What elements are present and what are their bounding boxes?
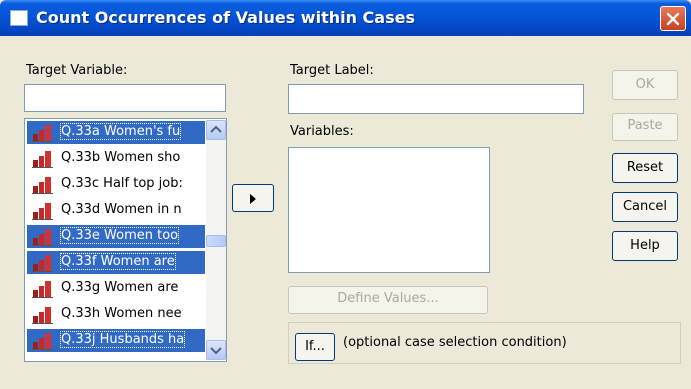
target-variable-label: Target Variable: <box>26 63 127 78</box>
help-button[interactable]: Help <box>612 231 678 261</box>
window-title: Count Occurrences of Values within Cases <box>36 8 415 27</box>
cancel-button[interactable]: Cancel <box>612 192 678 222</box>
source-variable-list[interactable]: Q.33a Women's fu Q.33b Women sho Q.33c Hal… <box>24 118 227 362</box>
list-item-label: Q.33a Women's fu <box>59 123 182 140</box>
list-item-label: Q.33j Husbands ha <box>59 331 186 348</box>
scroll-up-button[interactable] <box>206 120 226 140</box>
close-icon <box>666 12 680 26</box>
list-item-label: Q.33f Women are <box>60 253 176 270</box>
scale-variable-icon <box>32 151 53 168</box>
target-variable-input[interactable] <box>24 84 226 112</box>
scale-variable-icon <box>32 177 53 194</box>
list-item-label: Q.33b Women sho <box>61 150 181 165</box>
paste-button[interactable]: Paste <box>612 113 678 141</box>
list-item[interactable]: Q.33c Half top job: <box>27 173 205 196</box>
scale-variable-icon <box>32 281 53 298</box>
if-condition-panel: If... (optional case selection condition… <box>288 322 681 364</box>
list-item[interactable]: Q.33e Women too <box>27 225 205 248</box>
list-item-label: Q.33h Women nee <box>61 306 182 321</box>
target-label-label: Target Label: <box>290 63 374 78</box>
right-arrow-icon <box>250 194 256 204</box>
scale-variable-icon <box>32 255 53 272</box>
chevron-down-icon <box>210 347 222 355</box>
title-bar[interactable]: Count Occurrences of Values within Cases <box>0 0 691 36</box>
variables-label: Variables: <box>290 124 354 139</box>
scroll-down-button[interactable] <box>206 340 226 360</box>
close-button[interactable] <box>660 6 686 31</box>
list-item[interactable]: Q.33j Husbands ha <box>27 329 205 352</box>
ok-button[interactable]: OK <box>612 70 678 100</box>
target-label-input[interactable] <box>288 84 584 114</box>
target-label-label-text: Target Label: <box>290 63 374 78</box>
list-item[interactable]: Q.33a Women's fu <box>27 121 205 144</box>
chevron-up-icon <box>210 125 222 133</box>
list-scrollbar[interactable] <box>206 120 226 360</box>
list-item[interactable]: Q.33g Women are <box>27 277 205 300</box>
list-item[interactable]: Q.33f Women are <box>27 251 205 274</box>
if-condition-text: (optional case selection condition) <box>343 335 567 350</box>
list-item-label: Q.33d Women in n <box>61 202 182 217</box>
list-item-label: Q.33e Women too <box>59 227 180 244</box>
define-values-button[interactable]: Define Values... <box>288 286 488 314</box>
variables-list[interactable] <box>288 147 490 273</box>
window-app-icon <box>10 10 28 26</box>
list-item[interactable]: Q.33h Women nee <box>27 303 205 326</box>
scale-variable-icon <box>32 333 53 350</box>
scale-variable-icon <box>32 229 53 246</box>
list-item-label: Q.33c Half top job: <box>61 176 183 191</box>
target-variable-label-text: Target Variable: <box>26 63 128 78</box>
reset-button[interactable]: Reset <box>612 153 678 183</box>
move-right-button[interactable] <box>232 184 274 212</box>
list-item[interactable]: Q.33b Women sho <box>27 147 205 170</box>
list-item[interactable]: Q.33d Women in n <box>27 199 205 222</box>
scale-variable-icon <box>32 125 53 142</box>
list-item-label: Q.33g Women are <box>61 280 179 295</box>
scale-variable-icon <box>32 203 53 220</box>
if-button[interactable]: If... <box>295 333 335 361</box>
scroll-thumb[interactable] <box>206 235 226 247</box>
scale-variable-icon <box>32 307 53 324</box>
